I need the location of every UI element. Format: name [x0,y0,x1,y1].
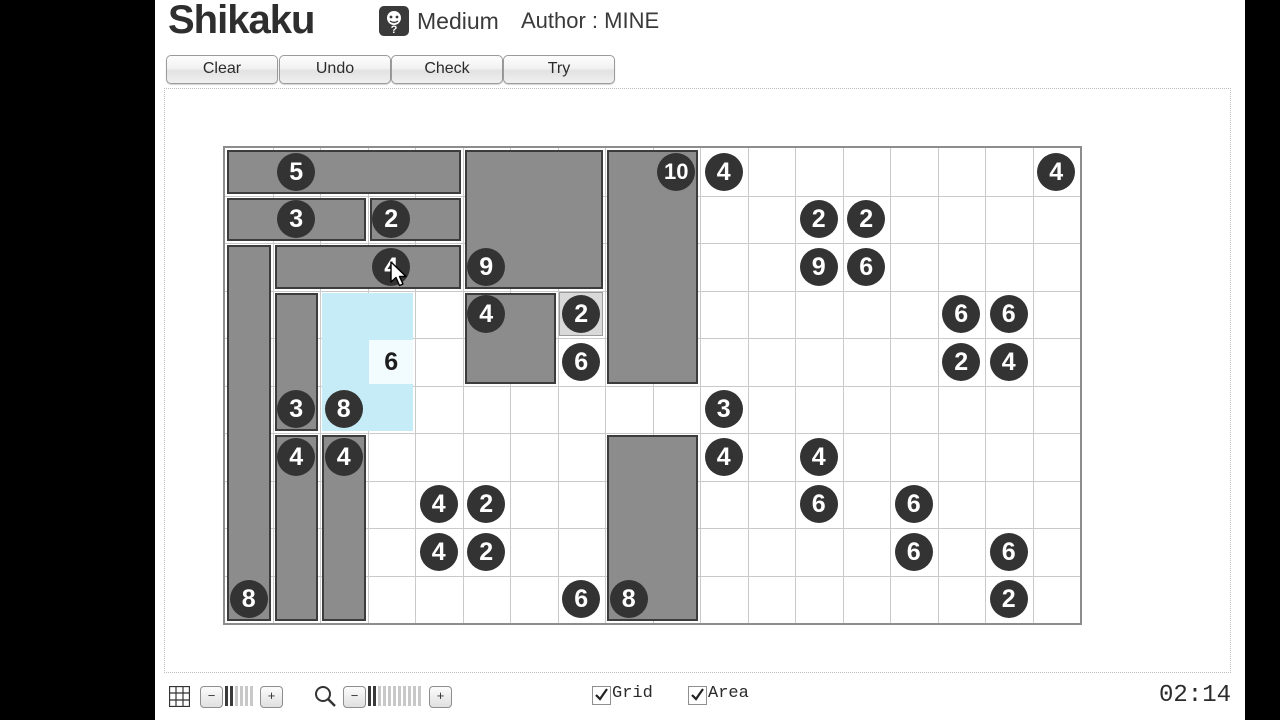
clue-number-selected[interactable]: 6 [369,339,414,384]
clue-number[interactable]: 4 [704,437,743,476]
clue-number[interactable]: 8 [324,390,363,429]
zoom-slider[interactable] [368,686,426,706]
slider-tick [413,686,416,706]
slider-tick [403,686,406,706]
timer-display: 02:14 [1158,682,1231,709]
board-region[interactable] [274,245,461,289]
clue-number[interactable]: 4 [324,437,363,476]
slider-tick [418,686,421,706]
grid-size-decrease-button[interactable]: − [200,686,223,708]
slider-tick [368,686,371,706]
clue-number[interactable]: 4 [799,437,838,476]
clue-number[interactable]: 6 [894,485,933,524]
board-region[interactable] [227,150,461,194]
page-title: Shikaku [168,0,315,42]
author-label: Author : MINE [521,8,660,33]
grid-size-icon[interactable] [168,685,191,708]
shikaku-application: Shikaku ? Medium Author : MINE Clear Und… [155,0,1245,720]
board-panel: 5104432224996426666243834444426642668682 [164,88,1231,673]
clue-number[interactable]: 6 [989,295,1028,334]
slider-tick [225,686,228,706]
grid-size-slider[interactable] [225,686,257,706]
clue-number[interactable]: 4 [419,485,458,524]
clue-number[interactable]: 8 [609,580,648,619]
slider-tick [383,686,386,706]
slider-tick [245,686,248,706]
svg-text:?: ? [391,24,398,36]
app-header: Shikaku ? Medium Author : MINE Clear Und… [155,0,1245,88]
grid-checkbox-label[interactable]: Grid [612,684,653,703]
slider-tick [398,686,401,706]
clue-number[interactable]: 2 [467,532,506,571]
grid-line-horizontal [225,433,1080,434]
slider-tick [388,686,391,706]
check-button[interactable]: Check [391,55,503,84]
try-button[interactable]: Try [503,55,615,84]
clue-number[interactable]: 4 [277,437,316,476]
slider-tick [408,686,411,706]
grid-size-increase-button[interactable]: + [260,686,283,708]
slider-tick [235,686,238,706]
board-region[interactable] [227,245,271,621]
clue-number[interactable]: 10 [657,152,696,191]
slider-tick [373,686,376,706]
clue-number[interactable]: 6 [847,247,886,286]
zoom-magnifier-icon[interactable] [313,684,337,708]
clue-number[interactable]: 2 [989,580,1028,619]
clue-number[interactable]: 9 [467,247,506,286]
slider-tick [378,686,381,706]
clue-number[interactable]: 2 [799,200,838,239]
zoom-decrease-button[interactable]: − [343,686,366,708]
clue-number[interactable]: 3 [704,390,743,429]
area-checkbox-label[interactable]: Area [708,684,749,703]
clue-number[interactable]: 4 [989,342,1028,381]
clue-number[interactable]: 5 [277,152,316,191]
clue-number[interactable]: 2 [942,342,981,381]
grid-checkbox[interactable] [592,686,611,705]
clue-number[interactable]: 6 [894,532,933,571]
slider-tick [250,686,253,706]
clue-number[interactable]: 4 [419,532,458,571]
slider-tick [230,686,233,706]
clue-number[interactable]: 6 [562,342,601,381]
zoom-increase-button[interactable]: + [429,686,452,708]
puzzle-difficulty-icon: ? [379,6,409,36]
undo-button[interactable]: Undo [279,55,391,84]
clue-number[interactable]: 4 [704,152,743,191]
area-checkbox[interactable] [688,686,707,705]
slider-tick [240,686,243,706]
clue-number[interactable]: 4 [1037,152,1076,191]
mouse-cursor-icon [390,261,412,289]
shikaku-board[interactable]: 5104432224996426666243834444426642668682 [223,146,1082,625]
clue-number[interactable]: 6 [799,485,838,524]
clear-button[interactable]: Clear [166,55,278,84]
clue-number[interactable]: 6 [989,532,1028,571]
slider-tick [393,686,396,706]
clue-number[interactable]: 8 [229,580,268,619]
bottom-toolbar: − + − + Grid Area 02:14 [155,676,1245,720]
clue-number[interactable]: 9 [799,247,838,286]
difficulty-label: Medium [417,8,499,34]
